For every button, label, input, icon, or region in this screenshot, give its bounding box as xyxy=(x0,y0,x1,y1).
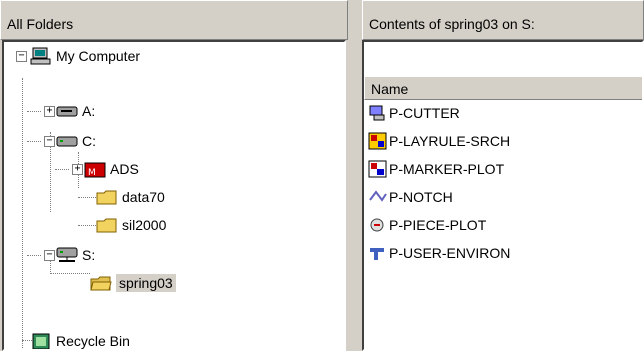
svg-text:M: M xyxy=(88,168,96,178)
all-folders-title: All Folders xyxy=(7,16,74,32)
network-drive-icon xyxy=(56,246,78,264)
list-item[interactable]: P-LAYRULE-SRCH xyxy=(368,130,510,152)
tree-item-sil2000[interactable]: sil2000 xyxy=(96,214,166,236)
tree-label: A: xyxy=(82,103,96,119)
user-environ-icon xyxy=(368,244,388,262)
folder-icon xyxy=(96,188,118,206)
tree-line xyxy=(27,255,41,256)
cutter-icon xyxy=(368,104,388,122)
tree-item-drive-a[interactable]: A: xyxy=(56,100,95,122)
all-folders-header: All Folders xyxy=(0,0,348,40)
ads-folder-icon: M xyxy=(84,160,106,178)
recycle-bin-icon xyxy=(30,332,52,349)
hard-drive-icon xyxy=(56,132,78,150)
list-item[interactable]: P-CUTTER xyxy=(368,102,460,124)
list-item-label: P-USER-ENVIRON xyxy=(389,245,511,261)
notch-icon xyxy=(368,188,388,206)
tree-item-data70[interactable]: data70 xyxy=(96,186,165,208)
open-folder-icon xyxy=(90,274,112,292)
expand-ads-toggle[interactable]: + xyxy=(72,164,83,175)
collapse-drive-c-toggle[interactable]: − xyxy=(44,136,55,147)
list-item[interactable]: P-USER-ENVIRON xyxy=(368,242,510,264)
tree-item-spring03[interactable]: spring03 xyxy=(90,272,176,294)
my-computer-icon xyxy=(30,47,52,65)
list-item-label: P-NOTCH xyxy=(389,189,453,205)
tree-line xyxy=(27,141,41,142)
tree-line xyxy=(78,197,96,198)
tree-line xyxy=(78,225,96,226)
list-item[interactable]: P-PIECE-PLOT xyxy=(368,214,486,236)
collapse-my-computer-toggle[interactable]: − xyxy=(16,51,27,62)
folder-tree[interactable]: − + − + − My Computer A: C: M ADS data70 xyxy=(2,40,346,351)
list-item-label: P-LAYRULE-SRCH xyxy=(389,133,511,149)
tree-label: C: xyxy=(82,133,96,149)
pane-splitter[interactable] xyxy=(348,0,362,351)
floppy-drive-icon xyxy=(56,102,78,120)
tree-label: spring03 xyxy=(116,274,176,292)
contents-header: Contents of spring03 on S: xyxy=(362,0,644,40)
tree-label: sil2000 xyxy=(122,217,167,233)
layrule-search-icon xyxy=(368,132,388,150)
tree-line xyxy=(22,78,23,348)
tree-item-recycle-bin[interactable]: Recycle Bin xyxy=(30,330,130,349)
expand-drive-a-toggle[interactable]: + xyxy=(44,106,55,117)
tree-item-my-computer[interactable]: My Computer xyxy=(30,45,140,67)
tree-line xyxy=(50,273,90,274)
collapse-drive-s-toggle[interactable]: − xyxy=(44,250,55,261)
piece-plot-icon xyxy=(368,216,388,234)
column-header-label: Name xyxy=(371,81,409,97)
tree-label: ADS xyxy=(110,161,139,177)
tree-label: My Computer xyxy=(56,48,141,64)
tree-item-ads[interactable]: M ADS xyxy=(84,158,139,180)
list-item[interactable]: P-NOTCH xyxy=(368,186,453,208)
folder-icon xyxy=(96,216,118,234)
tree-line xyxy=(55,169,69,170)
list-item-label: P-MARKER-PLOT xyxy=(389,161,505,177)
tree-line xyxy=(27,111,41,112)
list-item-label: P-CUTTER xyxy=(389,105,460,121)
tree-label: data70 xyxy=(122,189,165,205)
tree-item-drive-s[interactable]: S: xyxy=(56,244,95,266)
list-item-label: P-PIECE-PLOT xyxy=(389,217,487,233)
marker-plot-icon xyxy=(368,160,388,178)
tree-label: S: xyxy=(82,247,96,263)
contents-list[interactable]: Name P-CUTTER P-LAYRULE-SRCH P-MARKER-PL… xyxy=(362,40,644,351)
name-column-header[interactable]: Name xyxy=(364,76,642,100)
list-item[interactable]: P-MARKER-PLOT xyxy=(368,158,504,180)
tree-label: Recycle Bin xyxy=(56,333,130,349)
tree-item-drive-c[interactable]: C: xyxy=(56,130,96,152)
contents-title: Contents of spring03 on S: xyxy=(369,16,535,32)
